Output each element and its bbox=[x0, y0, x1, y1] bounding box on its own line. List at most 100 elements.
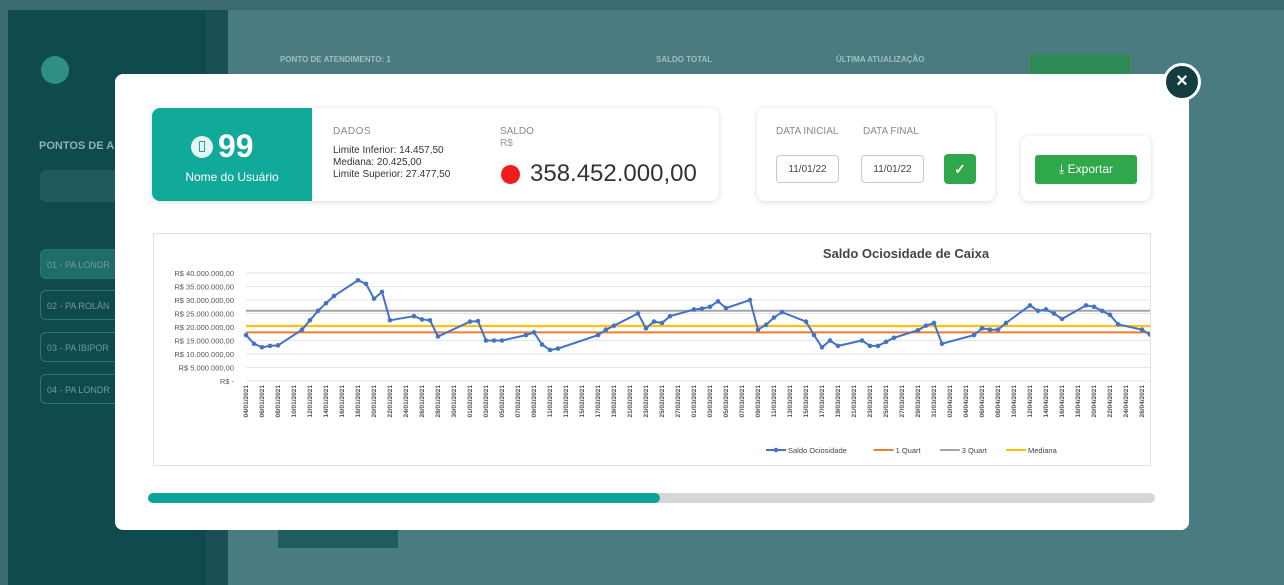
data-point bbox=[715, 299, 721, 304]
data-point bbox=[747, 297, 753, 303]
x-tick-label: 20/01/2021 bbox=[371, 385, 378, 418]
status-dot-icon bbox=[501, 165, 520, 184]
data-point bbox=[939, 341, 945, 347]
data-point bbox=[635, 311, 641, 316]
x-tick-label: 19/03/2021 bbox=[835, 385, 842, 418]
data-point bbox=[1051, 311, 1057, 316]
data-point bbox=[755, 327, 761, 332]
x-tick-label: 08/04/2021 bbox=[995, 385, 1002, 418]
data-point bbox=[643, 326, 649, 331]
background-bottom-button[interactable] bbox=[278, 530, 398, 548]
data-point bbox=[867, 343, 873, 349]
data-point bbox=[915, 327, 921, 333]
data-point bbox=[419, 317, 425, 322]
data-point bbox=[275, 343, 281, 348]
y-tick-label: R$ 25.000.000,00 bbox=[174, 310, 234, 319]
y-tick-label: R$ 10.000.000,00 bbox=[174, 350, 234, 359]
back-button[interactable] bbox=[41, 56, 69, 84]
user-number: 99 bbox=[218, 128, 254, 164]
data-point bbox=[435, 334, 441, 339]
export-button[interactable]: ⤓ Exportar bbox=[1035, 155, 1137, 184]
data-point bbox=[763, 322, 769, 328]
x-tick-label: 03/03/2021 bbox=[707, 385, 714, 418]
x-tick-label: 20/04/2021 bbox=[1091, 385, 1098, 418]
data-point bbox=[971, 332, 977, 338]
data-point bbox=[923, 323, 929, 328]
legend-label: 1 Quart bbox=[896, 446, 922, 455]
x-tick-label: 26/01/2021 bbox=[419, 385, 426, 418]
data-point bbox=[779, 309, 785, 315]
data-point bbox=[699, 306, 705, 311]
data-point bbox=[475, 318, 481, 324]
saldo-title: SALDO bbox=[500, 126, 534, 137]
x-tick-label: 24/01/2021 bbox=[403, 385, 410, 418]
date-start-input[interactable]: 11/01/22 bbox=[776, 155, 839, 183]
x-tick-label: 05/03/2021 bbox=[723, 385, 730, 418]
progress-fill bbox=[148, 493, 660, 503]
limite-inferior: Limite Inferior: 14.457,50 bbox=[333, 145, 444, 156]
data-point bbox=[1003, 320, 1009, 326]
legend-label: Mediana bbox=[1028, 446, 1058, 455]
x-tick-label: 03/02/2021 bbox=[483, 385, 490, 418]
dados-title: DADOS bbox=[333, 126, 372, 137]
legend-label: Saldo Ociosidade bbox=[788, 446, 847, 455]
x-tick-label: 09/03/2021 bbox=[755, 385, 762, 418]
data-point bbox=[251, 341, 257, 347]
data-point bbox=[771, 315, 777, 320]
user-box: 99 Nome do Usuário bbox=[152, 108, 312, 201]
x-tick-label: 08/01/2021 bbox=[275, 385, 282, 418]
data-point bbox=[1107, 312, 1113, 318]
x-tick-label: 23/03/2021 bbox=[867, 385, 874, 418]
x-tick-label: 06/01/2021 bbox=[259, 385, 266, 418]
x-tick-label: 25/03/2021 bbox=[883, 385, 890, 418]
data-point bbox=[1115, 322, 1121, 327]
x-tick-label: 04/04/2021 bbox=[963, 385, 970, 418]
data-point bbox=[483, 338, 489, 343]
data-point bbox=[603, 327, 609, 332]
data-point bbox=[323, 300, 329, 306]
modal-dialog: 99 Nome do Usuário DADOS Limite Inferior… bbox=[115, 74, 1189, 530]
summary-card: 99 Nome do Usuário DADOS Limite Inferior… bbox=[152, 108, 719, 201]
y-tick-label: R$ 5.000.000,00 bbox=[179, 364, 234, 373]
user-name: Nome do Usuário bbox=[185, 170, 279, 184]
x-tick-label: 01/03/2021 bbox=[691, 385, 698, 418]
data-point bbox=[1083, 303, 1089, 308]
date-start-label: DATA INICIAL bbox=[776, 126, 839, 137]
x-tick-label: 23/02/2021 bbox=[643, 385, 650, 418]
y-tick-label: R$ - bbox=[220, 377, 235, 386]
data-point bbox=[1059, 316, 1065, 322]
x-tick-label: 01/02/2021 bbox=[467, 385, 474, 418]
data-point bbox=[331, 293, 337, 299]
x-tick-label: 14/04/2021 bbox=[1043, 385, 1050, 418]
data-point bbox=[835, 343, 841, 349]
x-tick-label: 10/04/2021 bbox=[1011, 385, 1018, 418]
data-point bbox=[931, 320, 937, 326]
chart-title: Saldo Ociosidade de Caixa bbox=[823, 246, 990, 261]
data-point bbox=[259, 344, 265, 350]
data-point bbox=[499, 338, 505, 343]
x-tick-label: 15/02/2021 bbox=[579, 385, 586, 418]
x-tick-label: 07/03/2021 bbox=[739, 385, 746, 418]
date-end-input[interactable]: 11/01/22 bbox=[861, 155, 924, 183]
data-point bbox=[427, 317, 433, 323]
limite-superior: Limite Superior: 27.477,50 bbox=[333, 169, 451, 180]
data-point bbox=[859, 338, 865, 343]
data-point bbox=[1027, 303, 1033, 308]
data-point bbox=[379, 289, 385, 295]
x-tick-label: 06/04/2021 bbox=[979, 385, 986, 418]
y-tick-label: R$ 35.000.000,00 bbox=[174, 283, 234, 292]
data-point bbox=[819, 344, 825, 350]
x-tick-label: 17/03/2021 bbox=[819, 385, 826, 418]
y-tick-label: R$ 40.000.000,00 bbox=[174, 269, 234, 278]
close-button[interactable]: × bbox=[1163, 63, 1201, 101]
data-point bbox=[531, 330, 537, 335]
data-point bbox=[875, 343, 881, 349]
confirm-dates-button[interactable]: ✓ bbox=[944, 154, 976, 184]
legend-marker bbox=[773, 447, 779, 453]
data-point bbox=[891, 335, 897, 341]
mediana: Mediana: 20.425,00 bbox=[333, 157, 422, 168]
x-tick-label: 28/01/2021 bbox=[435, 385, 442, 418]
y-tick-label: R$ 15.000.000,00 bbox=[174, 337, 234, 346]
data-point bbox=[595, 332, 601, 338]
data-point bbox=[539, 342, 545, 347]
